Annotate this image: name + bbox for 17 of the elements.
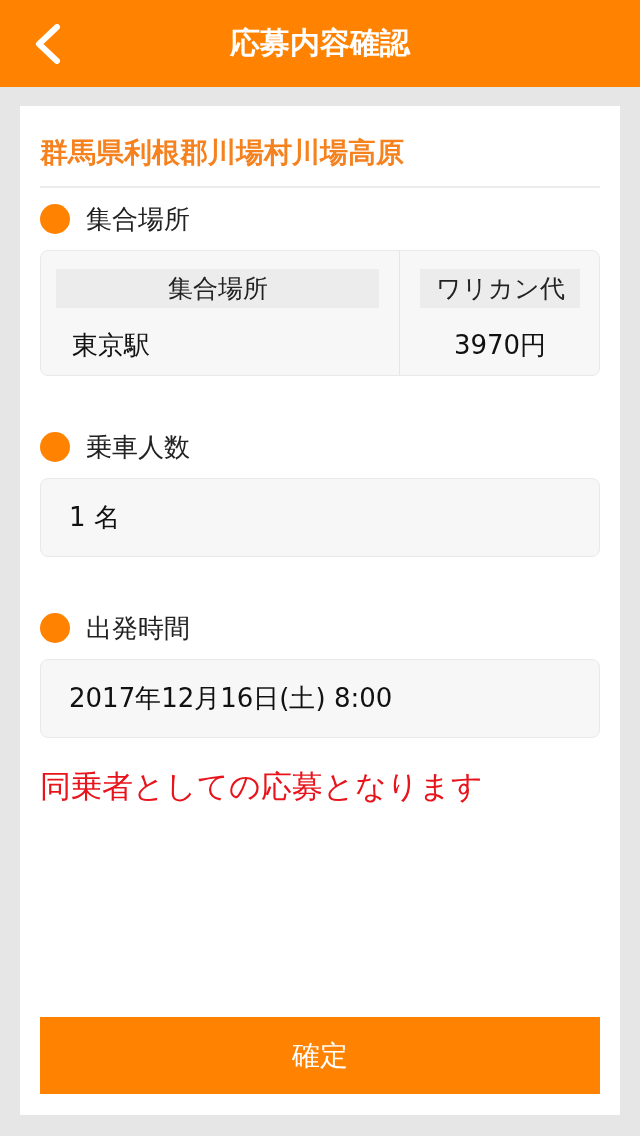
page-title: 応募内容確認 [230,24,410,62]
table-cell-text: 東京駅 [71,328,151,362]
bullet-icon [40,204,70,234]
confirm-button[interactable]: 確定 [40,1017,600,1094]
notice-text: 同乗者としての応募となります [40,768,484,804]
value-field: 2017年12月16日(土) 8:00 [40,659,600,738]
table-cell-text: 3970円 [452,328,548,362]
section-label: 乗車人数 [86,432,190,462]
value-field: 1 名 [40,478,600,557]
bullet-icon [40,432,70,462]
back-icon[interactable] [33,24,61,64]
bullet-icon [40,613,70,643]
section-label: 出発時間 [86,613,190,643]
table-header-cell: ワリカン代 [420,269,580,308]
section-label: 集合場所 [86,204,190,234]
destination-title: 群馬県利根郡川場村川場高原 [40,135,405,170]
table-header-cell: 集合場所 [56,269,379,308]
